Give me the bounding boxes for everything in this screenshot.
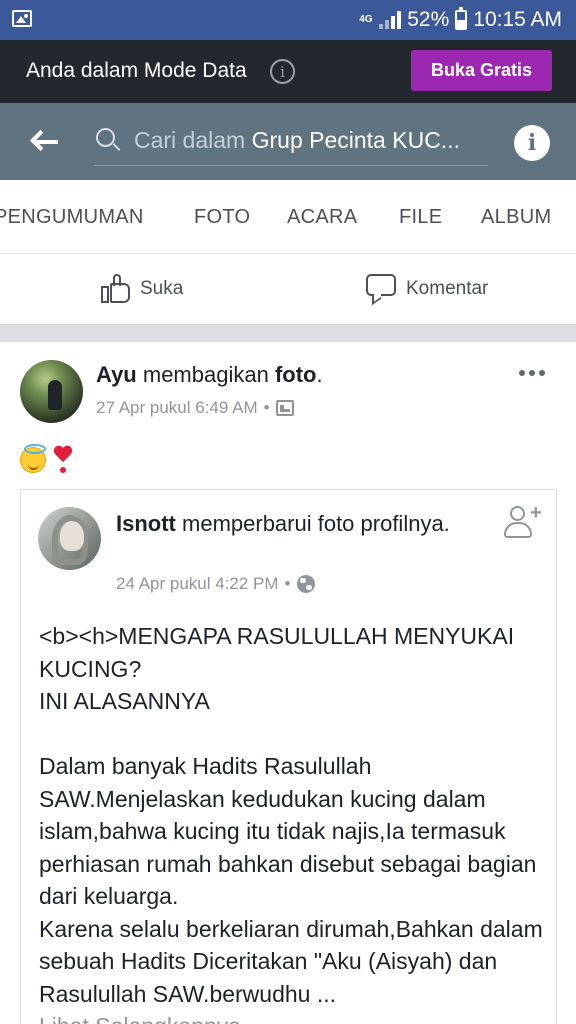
- search-input[interactable]: Cari dalam Grup Pecinta KUC...: [134, 127, 488, 154]
- shared-post-meta: 24 Apr pukul 4:22 PM •: [116, 574, 315, 594]
- search-header: Cari dalam Grup Pecinta KUC... i: [0, 103, 576, 180]
- more-options-icon[interactable]: [519, 370, 545, 376]
- group-info-button[interactable]: i: [514, 125, 550, 161]
- angel-emoji-icon: [20, 444, 46, 473]
- feed-post: Ayu membagikan foto. 27 Apr pukul 6:49 A…: [0, 342, 576, 1024]
- heart-exclamation-emoji-icon: [52, 446, 74, 474]
- photo-icon: [275, 400, 294, 416]
- search-group-name: Grup Pecinta KUC...: [251, 127, 460, 153]
- buka-gratis-button[interactable]: Buka Gratis: [411, 50, 552, 91]
- like-label: Suka: [140, 278, 184, 299]
- group-tabs: PENGUMUMAN FOTO ACARA FILE ALBUM: [0, 180, 576, 254]
- data-mode-banner: Anda dalam Mode Data i Buka Gratis: [0, 40, 576, 103]
- action-row: Suka Komentar: [0, 254, 576, 324]
- feed-separator: [0, 324, 576, 342]
- like-button[interactable]: Suka: [100, 274, 183, 304]
- gallery-icon: [12, 10, 32, 27]
- search-placeholder: Cari dalam: [134, 127, 246, 153]
- comment-button[interactable]: Komentar: [366, 274, 489, 306]
- comment-label: Komentar: [406, 278, 489, 299]
- post-object[interactable]: foto: [275, 362, 317, 387]
- globe-icon: [296, 575, 315, 593]
- post-timestamp[interactable]: 27 Apr pukul 6:49 AM: [96, 398, 258, 418]
- post-verb: membagikan: [136, 362, 275, 387]
- avatar[interactable]: [20, 360, 83, 423]
- back-arrow-icon[interactable]: [29, 129, 60, 155]
- search-underline: [94, 165, 488, 166]
- post-meta: 27 Apr pukul 6:49 AM •: [96, 398, 294, 418]
- battery-percent: 52%: [407, 8, 450, 31]
- post-header: Ayu membagikan foto.: [96, 362, 323, 388]
- battery-icon: [455, 7, 468, 30]
- post-suffix: .: [316, 362, 323, 387]
- data-mode-text: Anda dalam Mode Data: [26, 59, 247, 82]
- comment-icon: [366, 274, 398, 306]
- avatar[interactable]: [38, 507, 101, 570]
- see-more-link[interactable]: Lihat Selengkapnya: [39, 1010, 549, 1024]
- tab-acara[interactable]: ACARA: [287, 206, 357, 229]
- post-author[interactable]: Ayu: [96, 362, 137, 387]
- search-icon: [96, 128, 122, 154]
- shared-post-header: Isnott memperbarui foto profilnya.: [116, 509, 466, 539]
- tab-file[interactable]: FILE: [399, 206, 442, 229]
- info-icon[interactable]: i: [270, 59, 295, 84]
- tab-pengumuman[interactable]: PENGUMUMAN: [0, 206, 144, 229]
- shared-post-body: <b><h>MENGAPA RASULULLAH MENYUKAI KUCING…: [39, 620, 549, 1024]
- shared-post-text: <b><h>MENGAPA RASULULLAH MENYUKAI KUCING…: [39, 623, 543, 1007]
- signal-icon: [379, 11, 402, 29]
- network-type-label: 4G: [359, 14, 373, 25]
- add-friend-icon[interactable]: +: [504, 502, 544, 542]
- status-bar-right: 4G 52% 10:15 AM: [359, 0, 562, 40]
- shared-action-text: memperbarui foto profilnya.: [175, 511, 450, 536]
- meta-separator: •: [263, 398, 270, 417]
- like-icon: [100, 274, 132, 304]
- status-time: 10:15 AM: [473, 8, 562, 31]
- tab-album[interactable]: ALBUM: [481, 206, 551, 229]
- shared-post-card[interactable]: Isnott memperbarui foto profilnya. 24 Ap…: [20, 489, 557, 1024]
- shared-timestamp[interactable]: 24 Apr pukul 4:22 PM: [116, 574, 279, 594]
- post-emojis: [20, 444, 74, 474]
- tab-foto[interactable]: FOTO: [194, 206, 250, 229]
- meta-separator: •: [284, 574, 291, 593]
- status-bar: 4G 52% 10:15 AM: [0, 0, 576, 40]
- shared-author[interactable]: Isnott: [116, 511, 176, 536]
